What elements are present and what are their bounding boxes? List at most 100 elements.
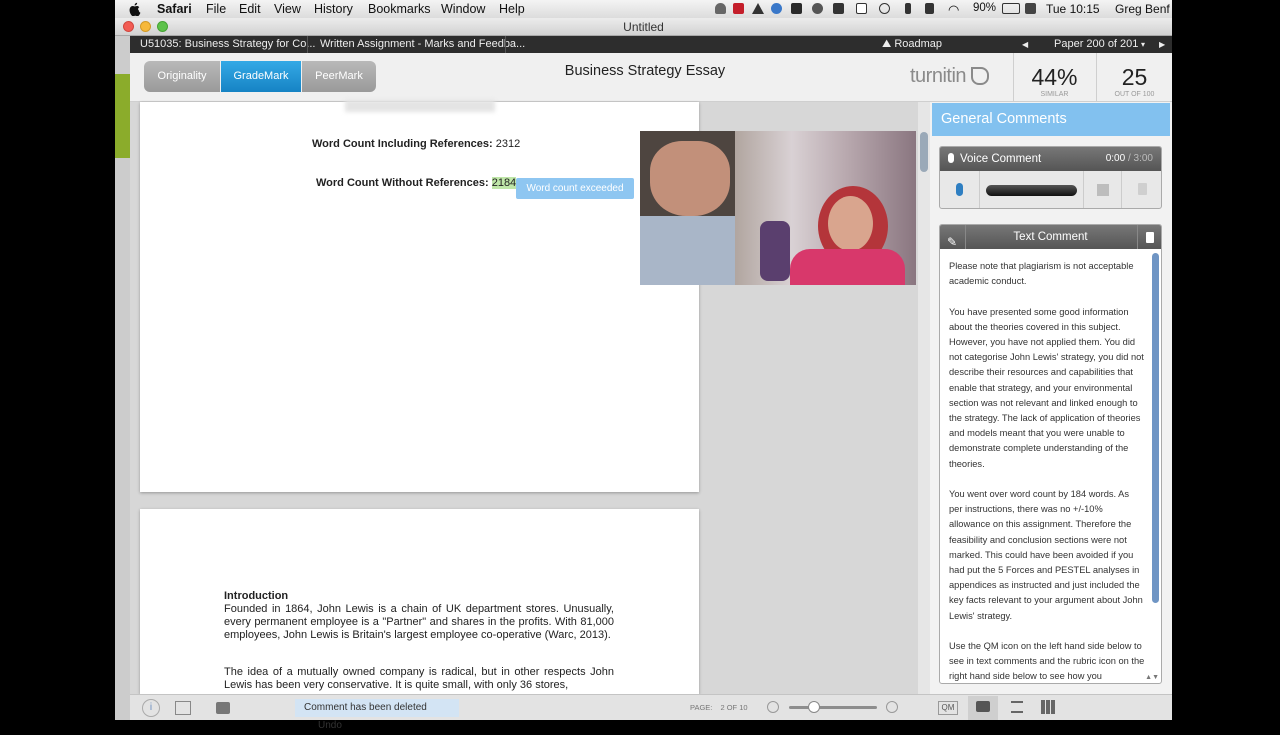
app-menu[interactable]: Safari (157, 2, 192, 16)
text-comment-label: Text Comment (1013, 231, 1088, 243)
stop-icon (1097, 184, 1109, 196)
intro-paragraph-2: The idea of a mutually owned company is … (224, 666, 614, 691)
comment-paragraph: Please note that plagiarism is not accep… (949, 261, 1134, 287)
wc-excl-value[interactable]: 2184 (491, 177, 517, 189)
menu-view[interactable]: View (274, 2, 301, 16)
intro-heading: Introduction (224, 590, 289, 602)
delete-voice-button[interactable] (1121, 171, 1161, 208)
battery-icon[interactable] (1002, 3, 1020, 14)
status-toast: Comment has been deleted Undo (295, 699, 459, 731)
video-person-2-face (828, 196, 873, 251)
general-comments-title: General Comments (932, 103, 1170, 136)
window-title: Untitled (623, 20, 664, 34)
undo-link[interactable]: Undo (318, 720, 342, 731)
flag-icon[interactable] (1025, 3, 1036, 14)
user-name[interactable]: Greg Benf (1115, 2, 1170, 16)
wrench-icon[interactable] (833, 3, 844, 14)
wc-excl-label: Word Count Without References: (316, 177, 489, 189)
wc-incl-label: Word Count Including References: (312, 138, 493, 150)
next-paper-button[interactable]: ▶ (1159, 40, 1165, 49)
drive-icon[interactable] (752, 3, 764, 14)
record-icon[interactable] (733, 3, 744, 14)
page-label: PAGE: (690, 703, 713, 712)
bottom-toolbar: i Comment has been deleted Undo PAGE: 2 … (130, 694, 1172, 731)
clock[interactable]: Tue 10:15 (1046, 2, 1100, 16)
grade-value: 25 (1121, 64, 1148, 90)
time-machine-icon[interactable] (879, 3, 890, 14)
comments-view-button[interactable] (968, 696, 998, 720)
menu-help[interactable]: Help (499, 2, 525, 16)
apple-icon[interactable] (129, 2, 141, 19)
pencil-icon: ✎ (947, 235, 958, 249)
tab-assignment[interactable]: Written Assignment - Marks and Feedba... (320, 38, 525, 50)
notification-icon[interactable] (715, 3, 726, 14)
voice-progress-bar[interactable] (986, 185, 1077, 196)
zoom-slider[interactable] (789, 701, 877, 713)
brand-strip (115, 74, 130, 158)
list-view-button[interactable] (1011, 701, 1023, 713)
text-comment-body[interactable]: Please note that plagiarism is not accep… (949, 259, 1145, 683)
info-button[interactable]: i (142, 699, 160, 717)
voice-timer: 0:00 / 3:00 (1106, 147, 1153, 171)
menu-window[interactable]: Window (441, 2, 485, 16)
paper-dropdown-button[interactable]: ▾ (1141, 40, 1145, 49)
menu-edit[interactable]: Edit (239, 2, 261, 16)
share-icon[interactable] (771, 3, 782, 14)
document-scrollbar[interactable] (918, 102, 930, 694)
rubric-button[interactable] (1041, 700, 1055, 714)
comment-scroll-thumb[interactable] (1152, 253, 1159, 603)
menu-file[interactable]: File (206, 2, 226, 16)
video-coat (760, 221, 790, 281)
quickmark-bubble[interactable]: Word count exceeded (516, 178, 634, 199)
stop-voice-button[interactable] (1083, 171, 1121, 208)
roadmap-button[interactable]: ⛰ Roadmap (882, 38, 942, 51)
roadmap-label: Roadmap (894, 38, 943, 50)
wifi-icon[interactable]: ◠ (948, 2, 959, 18)
layout-button[interactable] (175, 701, 191, 715)
zoom-slider-handle[interactable] (808, 701, 820, 713)
five-icon[interactable] (856, 3, 867, 14)
scroll-arrows-icon[interactable]: ▲▼ (1145, 674, 1159, 681)
paper-counter: Paper 200 of 201 (1054, 38, 1139, 50)
status-message: Comment has been deleted (304, 702, 427, 713)
volume-icon[interactable] (925, 3, 934, 14)
delete-comment-button[interactable] (1137, 225, 1161, 249)
similarity-score[interactable]: 44% SIMILAR (1013, 53, 1095, 102)
bluetooth-icon[interactable] (905, 3, 911, 14)
edit-comment-button[interactable]: ✎ (940, 225, 966, 249)
print-button[interactable] (216, 702, 230, 714)
page-value: 2 OF 10 (720, 703, 748, 712)
document-header: Originality GradeMark PeerMark Business … (130, 53, 1172, 102)
menu-bookmarks[interactable]: Bookmarks (368, 2, 431, 16)
dropbox-icon[interactable] (791, 3, 802, 14)
qm-button[interactable]: QM (938, 701, 958, 715)
menu-history[interactable]: History (314, 2, 353, 16)
roadmap-icon: ⛰ (882, 38, 892, 50)
similarity-value: 44% (1031, 64, 1078, 90)
tab-originality[interactable]: Originality (144, 61, 220, 92)
zoom-in-icon[interactable] (886, 701, 898, 713)
voice-comment-label: Voice Comment (960, 153, 1042, 165)
peermark-label: PeerMark (315, 70, 363, 82)
similarity-label: SIMILAR (1040, 91, 1069, 98)
battery-percent[interactable]: 90% (973, 2, 996, 14)
record-voice-button[interactable] (940, 171, 980, 208)
video-person-2-top (790, 249, 905, 285)
tab-grademark[interactable]: GradeMark (221, 61, 301, 92)
document-page-1: Word Count Including References: 2312 Wo… (140, 100, 699, 492)
grade-label: OUT OF 100 (1114, 91, 1155, 98)
grade-score[interactable]: 25 OUT OF 100 (1096, 53, 1172, 102)
zoom-out-icon[interactable] (767, 701, 779, 713)
blurred-student-number (345, 100, 495, 112)
tab-peermark[interactable]: PeerMark (302, 61, 376, 92)
audio-icon[interactable] (812, 3, 823, 14)
turnitin-logo: turnitin (910, 65, 990, 88)
tab-course[interactable]: U51035: Business Strategy for Co... (140, 38, 315, 50)
prev-paper-button[interactable]: ◀ (1022, 40, 1028, 49)
document-scroll-thumb[interactable] (920, 132, 928, 172)
tab-divider (307, 36, 308, 53)
tab-divider (505, 36, 506, 53)
brand-name: turnitin (910, 65, 967, 87)
window-titlebar: Untitled (115, 18, 1172, 36)
menu-bar: Safari File Edit View History Bookmarks … (115, 0, 1172, 18)
